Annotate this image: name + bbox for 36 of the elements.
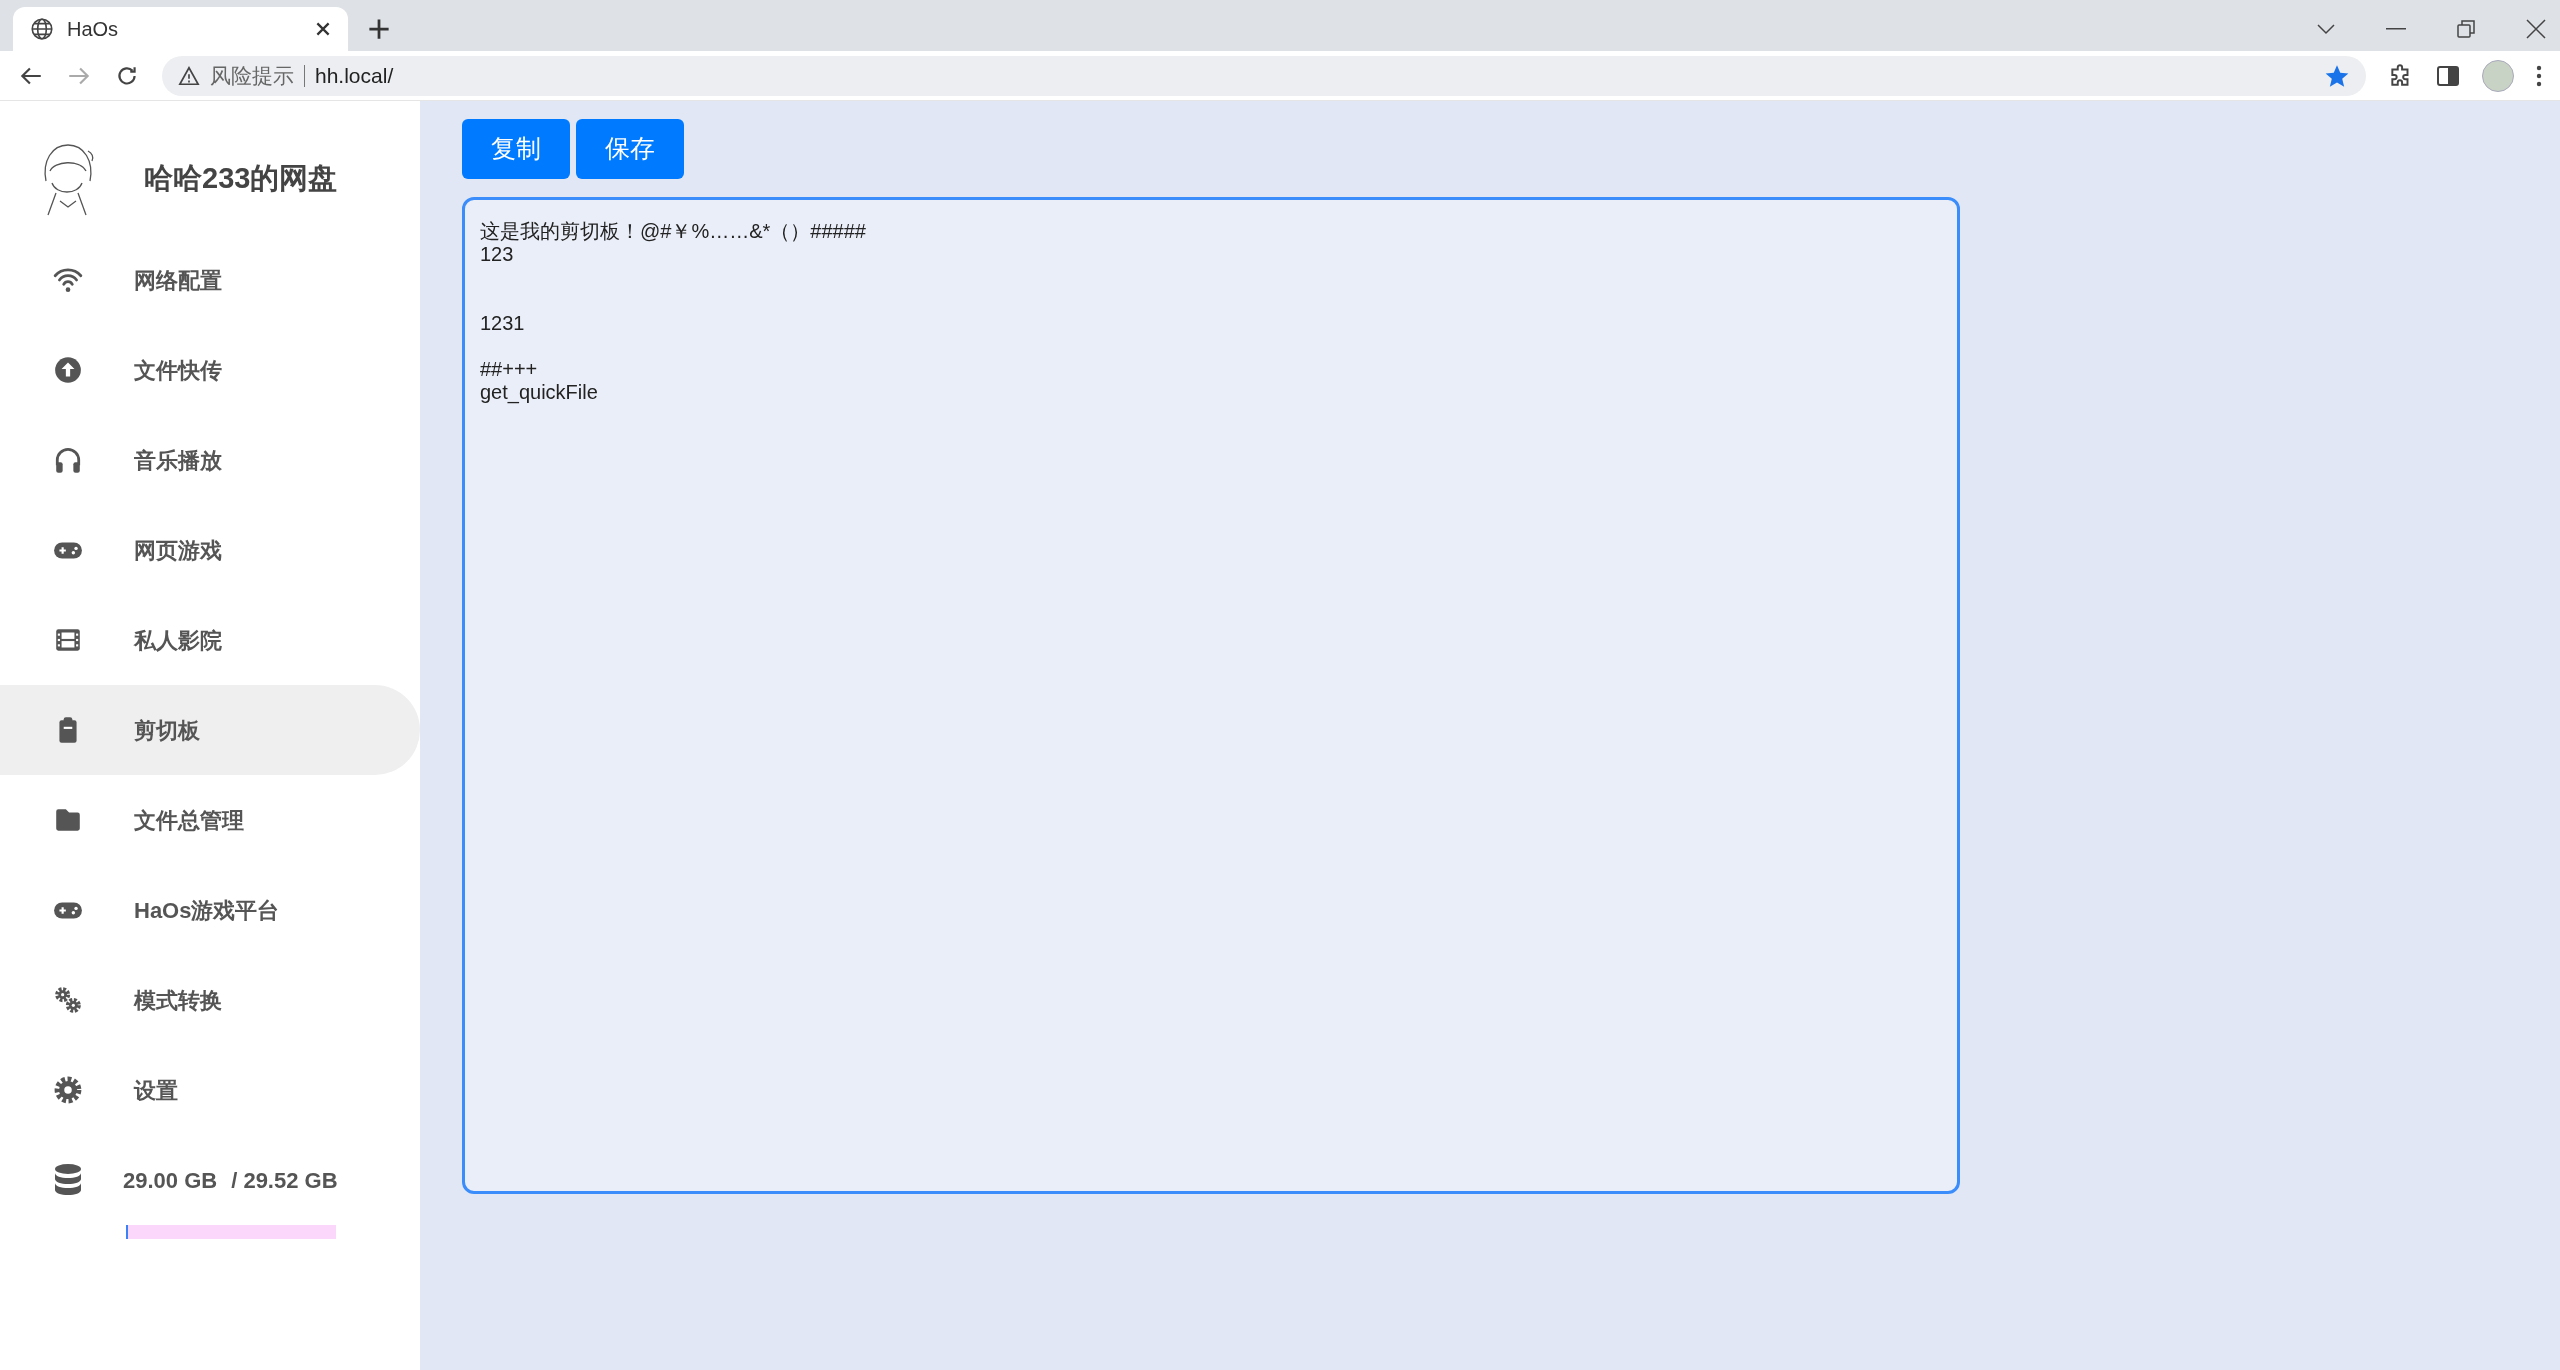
storage-total: / 29.52 GB [231,1166,338,1195]
close-icon[interactable] [314,20,332,38]
headphones-icon [53,445,83,475]
gears-icon [53,985,83,1015]
site-title: 哈哈233的网盘 [144,161,338,197]
new-tab-icon[interactable] [368,18,390,40]
settings-icon [53,1075,83,1105]
sidebar-item[interactable]: 网页游戏 [0,505,420,595]
sidebar-item[interactable]: 音乐播放 [0,415,420,505]
database-icon [54,1164,82,1196]
side-panel-icon[interactable] [2436,63,2460,88]
sidebar-item[interactable]: 私人影院 [0,595,420,685]
sidebar-item[interactable]: 模式转换 [0,955,420,1045]
globe-icon [29,16,55,42]
clipboard-textarea[interactable]: 这是我的剪切板！@#￥%……&*（）##### 123 1231 ##+++ get_quickFile [462,197,1960,1194]
sidebar-item[interactable]: 文件快传 [0,325,420,415]
sidebar-item[interactable]: 剪切板 [0,685,420,775]
tab-search-icon[interactable] [2316,23,2336,35]
sidebar-item[interactable]: 网络配置 [0,235,420,325]
minimize-icon[interactable] [2386,28,2406,30]
close-icon[interactable] [2526,19,2546,39]
sidebar-item[interactable]: 文件总管理 [0,775,420,865]
menu-icon[interactable] [2536,64,2542,87]
url-text: hh.local/ [315,62,394,89]
warning-icon [178,64,200,87]
address-bar[interactable]: 风险提示 hh.local/ [162,55,2366,96]
sidebar-item[interactable]: 设置 [0,1045,420,1135]
action-button[interactable]: 复制 [462,119,570,179]
upload-icon [53,355,83,385]
sidebar-item[interactable]: HaOs游戏平台 [0,865,420,955]
tab-title: HaOs [67,17,120,42]
action-button[interactable]: 保存 [576,119,684,179]
browser-tab[interactable]: HaOs [13,7,348,51]
restore-icon[interactable] [2456,19,2476,39]
security-label: 风险提示 [210,62,294,89]
storage-used: 29.00 GB [123,1166,218,1195]
